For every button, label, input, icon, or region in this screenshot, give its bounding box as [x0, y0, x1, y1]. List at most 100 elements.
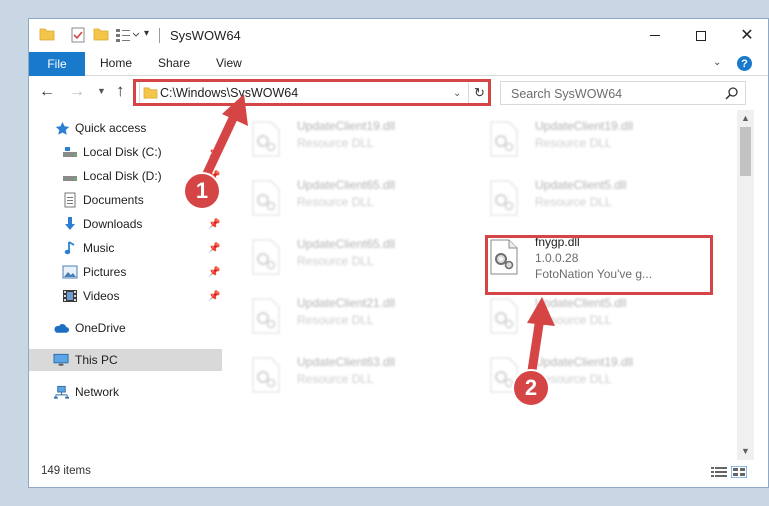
annotation-highlight-file — [485, 235, 713, 295]
sidebar-item-network[interactable]: Network — [29, 381, 222, 403]
search-input[interactable]: Search SysWOW64 — [500, 81, 746, 105]
pin-icon[interactable]: 📌 — [208, 219, 220, 230]
file-name: UpdateClient63.dll — [297, 355, 396, 369]
documents-icon — [62, 192, 78, 208]
scroll-thumb[interactable] — [740, 127, 751, 176]
file-description: Resource DLL — [535, 136, 612, 150]
sidebar-item-videos[interactable]: Videos 📌 — [29, 285, 222, 307]
up-arrow-icon[interactable]: ↑ — [116, 81, 125, 101]
step-badge-1: 1 — [183, 172, 221, 210]
file-tile[interactable]: UpdateClient19.dll Resource DLL — [231, 115, 461, 163]
annotation-highlight-address — [133, 79, 491, 106]
details-view-icon[interactable] — [711, 466, 727, 481]
dll-file-icon — [251, 180, 281, 216]
scroll-down-icon[interactable]: ▼ — [741, 446, 750, 456]
close-icon: ✕ — [740, 26, 754, 44]
title-separator — [159, 28, 160, 43]
sidebar-item-label: Quick access — [75, 121, 147, 135]
file-tile[interactable]: UpdateClient19.dll Resource DLL — [469, 115, 699, 163]
chevron-down-icon[interactable]: ▾ — [144, 28, 149, 39]
download-icon — [62, 216, 78, 232]
file-tile[interactable]: UpdateClient63.dll Resource DLL — [231, 351, 461, 399]
help-icon[interactable]: ? — [737, 56, 752, 71]
pin-icon[interactable]: 📌 — [208, 243, 220, 254]
file-tile[interactable]: UpdateClient65.dll Resource DLL — [231, 233, 461, 281]
status-bar: 149 items — [29, 460, 768, 487]
sidebar-item-this-pc[interactable]: This PC — [29, 349, 222, 371]
file-tile[interactable]: UpdateClient21.dll Resource DLL — [231, 292, 461, 340]
new-folder-icon[interactable] — [93, 27, 109, 44]
tab-file[interactable]: File — [29, 52, 85, 76]
scroll-up-icon[interactable]: ▲ — [741, 113, 750, 123]
file-description: Resource DLL — [297, 254, 374, 268]
dll-file-icon — [251, 357, 281, 393]
dll-file-icon — [251, 239, 281, 275]
minimize-icon — [650, 35, 660, 36]
sidebar-item-label: Downloads — [83, 217, 143, 231]
pin-icon[interactable]: 📌 — [208, 147, 220, 158]
file-description: Resource DLL — [297, 372, 374, 386]
file-name: UpdateClient19.dll — [535, 355, 634, 369]
sidebar-item-quick-access[interactable]: Quick access — [29, 117, 222, 139]
file-tile[interactable]: UpdateClient65.dll Resource DLL — [231, 174, 461, 222]
sidebar-item-label: Documents — [83, 193, 144, 207]
file-name: UpdateClient65.dll — [297, 237, 396, 251]
tab-share[interactable]: Share — [158, 56, 190, 70]
recent-locations-icon[interactable]: ▼ — [97, 86, 106, 96]
pictures-icon — [62, 264, 78, 280]
folder-icon[interactable] — [39, 27, 55, 44]
dll-file-icon — [489, 298, 519, 334]
drive-icon — [62, 168, 78, 184]
file-name: UpdateClient21.dll — [297, 296, 396, 310]
sidebar-item-label: OneDrive — [75, 321, 126, 335]
pin-icon[interactable]: 📌 — [208, 267, 220, 278]
cloud-icon — [53, 320, 69, 336]
dll-file-icon — [489, 180, 519, 216]
step-badge-2: 2 — [512, 369, 550, 407]
maximize-button[interactable] — [678, 19, 724, 52]
sidebar-item-onedrive[interactable]: OneDrive — [29, 317, 222, 339]
sidebar-item-local-disk-c[interactable]: Local Disk (C:) 📌 — [29, 141, 222, 163]
back-arrow-icon[interactable]: ← — [39, 83, 55, 101]
dll-file-icon — [489, 121, 519, 157]
file-tile[interactable]: UpdateClient5.dll Resource DLL — [469, 174, 699, 222]
sidebar-item-pictures[interactable]: Pictures 📌 — [29, 261, 222, 283]
file-name: UpdateClient5.dll — [535, 178, 627, 192]
vertical-scrollbar[interactable]: ▲ ▼ — [737, 110, 754, 460]
ribbon-tabs: File Home Share View ⌄ ? — [29, 52, 768, 76]
search-placeholder: Search SysWOW64 — [511, 87, 623, 101]
close-button[interactable]: ✕ — [724, 19, 768, 52]
search-icon[interactable] — [725, 86, 739, 103]
large-icons-view-icon[interactable] — [730, 465, 748, 481]
customize-toolbar-icon[interactable] — [115, 27, 140, 46]
file-description: Resource DLL — [297, 136, 374, 150]
file-description: Resource DLL — [535, 313, 612, 327]
sidebar-item-label: Videos — [83, 289, 120, 303]
minimize-button[interactable] — [632, 19, 678, 52]
dll-file-icon — [251, 298, 281, 334]
file-tile[interactable]: UpdateClient5.dll Resource DLL — [469, 292, 699, 340]
file-description: Resource DLL — [535, 195, 612, 209]
tab-view[interactable]: View — [216, 56, 242, 70]
pin-icon[interactable]: 📌 — [208, 291, 220, 302]
file-tile[interactable]: UpdateClient19.dll Resource DLL — [469, 351, 699, 399]
file-name: UpdateClient65.dll — [297, 178, 396, 192]
file-name: UpdateClient5.dll — [535, 296, 627, 310]
properties-icon[interactable] — [71, 27, 85, 46]
sidebar-item-label: Local Disk (D:) — [83, 169, 162, 183]
file-description: Resource DLL — [297, 313, 374, 327]
expand-ribbon-icon[interactable]: ⌄ — [713, 57, 721, 68]
navigation-pane: Quick access Local Disk (C:) 📌 Local Dis… — [29, 115, 222, 460]
sidebar-item-label: This PC — [75, 353, 118, 367]
pc-icon — [53, 352, 69, 368]
maximize-icon — [696, 30, 706, 41]
file-description: Resource DLL — [297, 195, 374, 209]
tab-home[interactable]: Home — [100, 56, 132, 70]
sidebar-item-downloads[interactable]: Downloads 📌 — [29, 213, 222, 235]
title-bar: ▾ SysWOW64 ✕ — [29, 19, 768, 52]
sidebar-item-music[interactable]: Music 📌 — [29, 237, 222, 259]
music-icon — [62, 240, 78, 256]
forward-arrow-icon[interactable]: → — [69, 83, 85, 101]
item-count: 149 items — [41, 465, 91, 477]
network-icon — [53, 384, 69, 400]
